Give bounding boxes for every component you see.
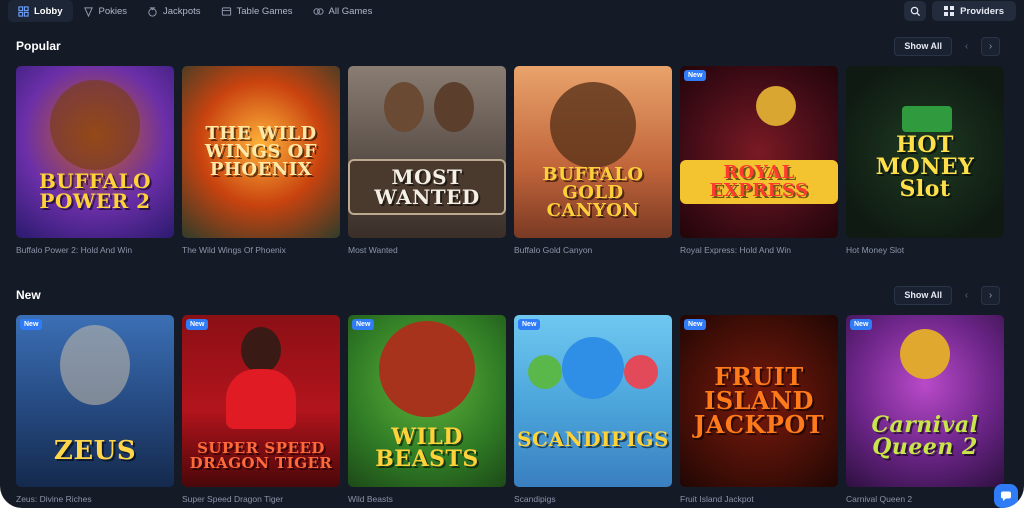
game-thumbnail[interactable]: New SCANDIPIGS xyxy=(514,315,672,487)
game-card[interactable]: New SUPER SPEED DRAGON TIGER Super Speed… xyxy=(182,315,340,504)
game-art-title: MOST WANTED xyxy=(348,159,506,215)
new-badge: New xyxy=(518,319,541,330)
game-thumbnail[interactable]: MOST WANTED xyxy=(348,66,506,238)
game-name: Zeus: Divine Riches xyxy=(16,494,92,504)
grid-icon xyxy=(18,5,29,17)
game-thumbnail[interactable]: New ROYAL EXPRESS xyxy=(680,66,838,238)
table-icon xyxy=(221,6,231,16)
top-nav: Lobby Pokies Jackpots Table Games All Ga… xyxy=(8,0,1016,22)
game-art-title: ZEUS xyxy=(53,436,137,466)
search-button[interactable] xyxy=(904,1,927,21)
game-thumbnail[interactable]: New FRUIT ISLAND JACKPOT xyxy=(680,315,838,487)
game-art-title: SUPER SPEED DRAGON TIGER xyxy=(189,439,333,472)
game-card[interactable]: New WILD BEASTS Wild Beasts xyxy=(348,315,506,504)
game-card[interactable]: New Carnival Queen 2 Carnival Queen 2 xyxy=(846,315,1004,504)
game-card[interactable]: New ZEUS Zeus: Divine Riches xyxy=(16,315,174,504)
game-thumbnail[interactable]: THE WILD WINGS OF PHOENIX xyxy=(182,66,340,238)
game-name: Buffalo Power 2: Hold And Win xyxy=(16,245,133,255)
nav-right: Providers xyxy=(904,1,1016,21)
game-name: Super Speed Dragon Tiger xyxy=(182,494,284,504)
popular-header: Popular Show All ‹ › xyxy=(16,36,1000,56)
game-art-title: SCANDIPIGS xyxy=(517,427,669,451)
popular-row: BUFFALO POWER 2 Buffalo Power 2: Hold An… xyxy=(16,66,1004,255)
game-card[interactable]: HOT MONEY Slot Hot Money Slot xyxy=(846,66,1004,255)
game-thumbnail[interactable]: New WILD BEASTS xyxy=(348,315,506,487)
prev-arrow-icon[interactable]: ‹ xyxy=(957,286,976,305)
tab-table-games[interactable]: Table Games xyxy=(211,0,303,22)
tab-label: All Games xyxy=(328,5,373,17)
moneybag-icon xyxy=(148,6,157,17)
game-art-title: THE WILD WINGS OF PHOENIX xyxy=(204,123,318,180)
providers-grid-icon xyxy=(944,6,955,16)
new-badge: New xyxy=(20,319,43,330)
app-frame: Lobby Pokies Jackpots Table Games All Ga… xyxy=(0,0,1024,508)
game-card[interactable]: THE WILD WINGS OF PHOENIX The Wild Wings… xyxy=(182,66,340,255)
game-card[interactable]: New ROYAL EXPRESS Royal Express: Hold An… xyxy=(680,66,838,255)
game-name: Wild Beasts xyxy=(348,494,393,504)
providers-button[interactable]: Providers xyxy=(932,1,1016,21)
game-thumbnail[interactable]: New ZEUS xyxy=(16,315,174,487)
next-arrow-icon[interactable]: › xyxy=(981,285,1000,305)
tab-label: Lobby xyxy=(34,5,63,17)
game-art-title: HOT MONEY Slot xyxy=(875,132,975,202)
new-row: New ZEUS Zeus: Divine Riches New SUPER S… xyxy=(16,315,1004,504)
game-name: Carnival Queen 2 xyxy=(846,494,913,504)
game-name: Scandipigs xyxy=(514,494,556,504)
show-all-button[interactable]: Show All xyxy=(894,285,952,305)
prev-arrow-icon[interactable]: ‹ xyxy=(957,37,976,56)
game-thumbnail[interactable]: New Carnival Queen 2 xyxy=(846,315,1004,487)
game-thumbnail[interactable]: HOT MONEY Slot xyxy=(846,66,1004,238)
tab-label: Pokies xyxy=(98,5,128,17)
section-title: Popular xyxy=(16,39,61,53)
game-name: Most Wanted xyxy=(348,245,398,255)
game-art-title: Carnival Queen 2 xyxy=(871,412,979,460)
section-title: New xyxy=(16,288,41,302)
providers-label: Providers xyxy=(960,5,1004,17)
chat-icon xyxy=(1001,491,1011,501)
game-art-title: BUFFALO GOLD CANYON xyxy=(542,164,644,221)
game-name: The Wild Wings Of Phoenix xyxy=(182,245,286,255)
game-name: Fruit Island Jackpot xyxy=(680,494,754,504)
tab-lobby[interactable]: Lobby xyxy=(8,0,73,22)
game-card[interactable]: BUFFALO POWER 2 Buffalo Power 2: Hold An… xyxy=(16,66,174,255)
game-card[interactable]: MOST WANTED Most Wanted xyxy=(348,66,506,255)
game-thumbnail[interactable]: BUFFALO POWER 2 xyxy=(16,66,174,238)
new-badge: New xyxy=(684,319,707,330)
new-badge: New xyxy=(186,319,209,330)
new-badge: New xyxy=(352,319,375,330)
chat-button[interactable] xyxy=(994,484,1018,508)
search-icon xyxy=(910,6,920,16)
game-card[interactable]: BUFFALO GOLD CANYON Buffalo Gold Canyon xyxy=(514,66,672,255)
games-icon xyxy=(312,7,324,15)
game-art-title: WILD BEASTS xyxy=(375,424,479,472)
game-thumbnail[interactable]: New SUPER SPEED DRAGON TIGER xyxy=(182,315,340,487)
tab-jackpots[interactable]: Jackpots xyxy=(137,0,211,22)
game-thumbnail[interactable]: BUFFALO GOLD CANYON xyxy=(514,66,672,238)
next-arrow-icon[interactable]: › xyxy=(981,36,1000,56)
tab-pokies[interactable]: Pokies xyxy=(73,0,138,22)
game-name: Royal Express: Hold And Win xyxy=(680,245,792,255)
game-name: Buffalo Gold Canyon xyxy=(514,245,593,255)
tab-all-games[interactable]: All Games xyxy=(303,0,383,22)
tab-label: Table Games xyxy=(236,5,293,17)
new-badge: New xyxy=(850,319,873,330)
game-name: Hot Money Slot xyxy=(846,245,905,255)
game-art-title: ROYAL EXPRESS xyxy=(680,160,838,204)
game-art-title: FRUIT ISLAND JACKPOT xyxy=(693,362,825,439)
game-card[interactable]: New SCANDIPIGS Scandipigs xyxy=(514,315,672,504)
new-badge: New xyxy=(684,70,707,81)
slot-icon xyxy=(83,6,93,17)
game-art-title: BUFFALO POWER 2 xyxy=(38,169,152,213)
tab-label: Jackpots xyxy=(163,5,201,17)
game-card[interactable]: New FRUIT ISLAND JACKPOT Fruit Island Ja… xyxy=(680,315,838,504)
show-all-button[interactable]: Show All xyxy=(894,36,952,56)
new-header: New Show All ‹ › xyxy=(16,285,1000,305)
